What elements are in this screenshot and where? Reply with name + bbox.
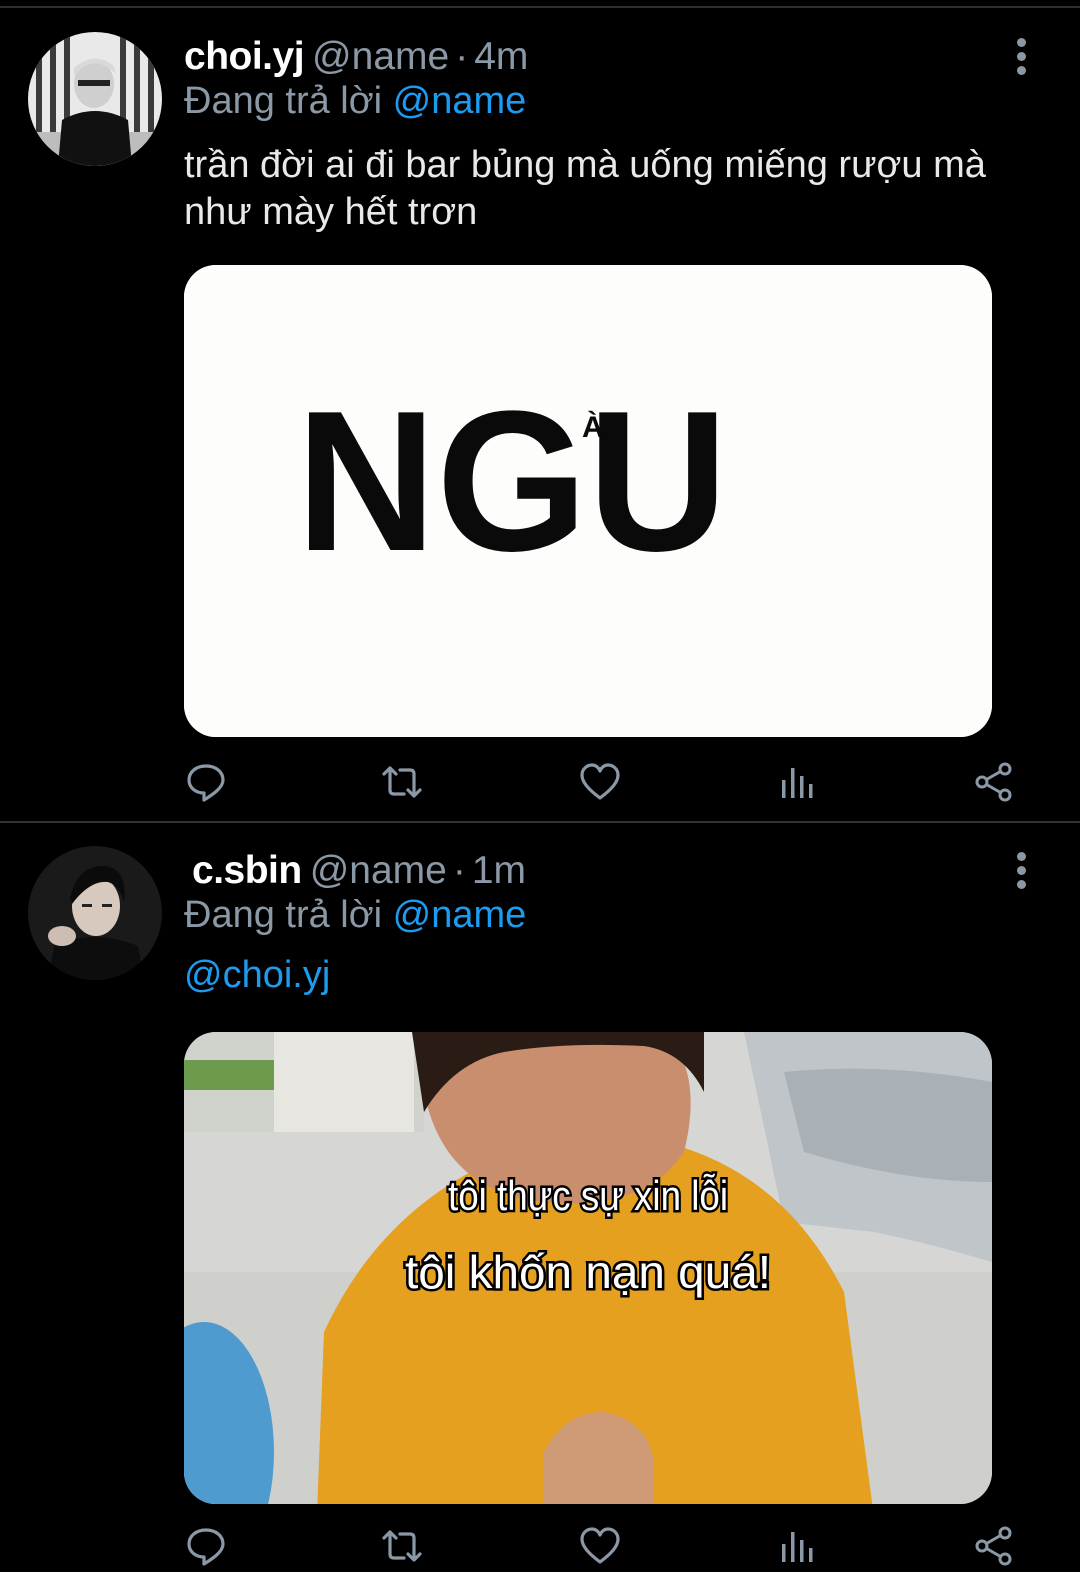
tweet-text: trần đời ai đi bar bủng mà uống miếng rư… — [184, 144, 986, 233]
media-caption-line2: tôi khốn nạn quá! — [405, 1246, 771, 1298]
tweet-actions — [184, 760, 1014, 806]
user-handle[interactable]: @name — [312, 35, 449, 78]
timestamp[interactable]: 1m — [472, 849, 526, 892]
media-text-accent: À — [582, 410, 604, 444]
reply-prefix: Đang trả lời — [184, 894, 383, 936]
tweet-image[interactable]: NGU À — [184, 265, 992, 737]
avatar[interactable] — [28, 846, 162, 980]
tweet-1[interactable]: choi.yj @name · 4m Đang trả lời @name trần … — [0, 10, 1080, 822]
replying-to: Đang trả lời @name — [184, 78, 526, 124]
analytics-icon[interactable] — [776, 1524, 820, 1568]
retweet-icon[interactable] — [380, 1524, 424, 1568]
reply-icon[interactable] — [184, 760, 228, 804]
reply-handle-link[interactable]: @name — [393, 894, 527, 936]
tweet-actions — [184, 1524, 1014, 1570]
reply-prefix: Đang trả lời — [184, 80, 383, 122]
replying-to: Đang trả lời @name — [184, 892, 526, 938]
like-icon[interactable] — [578, 760, 622, 804]
tweet-header: choi.yj @name · 4m — [184, 34, 528, 80]
tweet-header: c.sbin @name · 1m — [184, 848, 526, 894]
tweet-divider — [0, 821, 1080, 823]
tweet-2[interactable]: c.sbin @name · 1m Đang trả lời @name @choi.… — [0, 824, 1080, 1572]
reply-handle-link[interactable]: @name — [393, 80, 527, 122]
more-icon[interactable] — [1004, 36, 1040, 92]
media-text-main: NGU — [296, 370, 728, 593]
avatar[interactable] — [28, 32, 162, 166]
tweet-image[interactable]: tôi thực sự xin lỗi tôi khốn nạn quá! — [184, 1032, 992, 1504]
top-separator — [0, 6, 1080, 8]
share-icon[interactable] — [972, 760, 1016, 804]
separator-dot: · — [452, 849, 466, 892]
display-name[interactable]: choi.yj — [184, 35, 305, 78]
tweet-text: @choi.yj — [184, 952, 1054, 999]
share-icon[interactable] — [972, 1524, 1016, 1568]
mention-link[interactable]: @choi.yj — [184, 954, 330, 996]
retweet-icon[interactable] — [380, 760, 424, 804]
more-icon[interactable] — [1004, 850, 1040, 906]
display-name[interactable]: c.sbin — [192, 849, 302, 892]
analytics-icon[interactable] — [776, 760, 820, 804]
media-caption-line1: tôi thực sự xin lỗi — [448, 1172, 728, 1219]
user-handle[interactable]: @name — [310, 849, 447, 892]
like-icon[interactable] — [578, 1524, 622, 1568]
separator-dot: · — [455, 35, 469, 78]
reply-icon[interactable] — [184, 1524, 228, 1568]
timestamp[interactable]: 4m — [474, 35, 528, 78]
